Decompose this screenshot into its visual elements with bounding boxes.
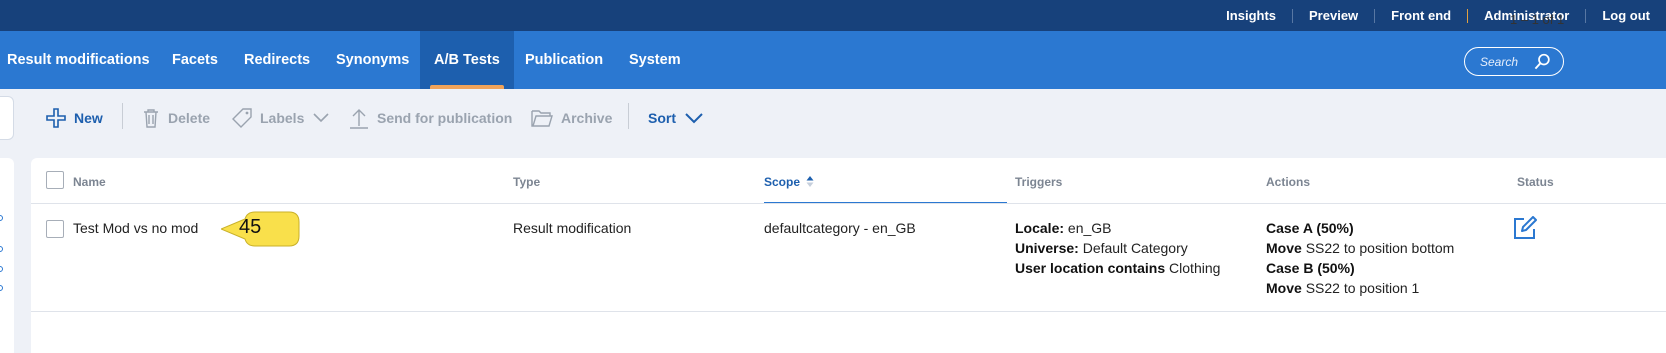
row-triggers: Locale: en_GB Universe: Default Category… [1015, 218, 1220, 278]
action-case-a: Case A (50%) [1266, 220, 1354, 236]
column-header-scope[interactable]: Scope [764, 175, 814, 189]
count-badge-text: 45 [239, 216, 262, 238]
left-panel-stub-top [0, 96, 14, 140]
main-nav: Result modifications Facets Redirects Sy… [0, 31, 1666, 89]
archive-label: Archive [561, 110, 613, 126]
row-scope: defaultcategory - en_GB [764, 220, 916, 236]
trigger-universe: Universe: Default Category [1015, 240, 1188, 256]
nav-result-modifications[interactable]: Result modifications [7, 31, 150, 89]
send-for-publication-button[interactable]: Send for publication [349, 96, 512, 140]
nav-facets[interactable]: Facets [172, 31, 218, 89]
action-move: Move SS22 to position bottom [1266, 240, 1455, 256]
chevron-down-icon [313, 113, 329, 123]
chevron-down-icon [685, 112, 703, 123]
row-checkbox[interactable] [46, 220, 64, 238]
row-actions: Case A (50%) Move SS22 to position botto… [1266, 218, 1454, 298]
search-placeholder: Search [1480, 55, 1519, 69]
column-header-status[interactable]: Status [1517, 175, 1554, 189]
tag-icon [232, 108, 252, 128]
new-button[interactable]: New [46, 96, 103, 140]
plus-icon [46, 108, 66, 128]
top-links: Insights Preview Front end Administrator… [1210, 0, 1666, 31]
labels-button[interactable]: Labels [232, 96, 329, 140]
action-case-b: Case B (50%) [1266, 260, 1355, 276]
search-box[interactable]: Search [1464, 47, 1564, 76]
nav-publication[interactable]: Publication [525, 31, 603, 89]
column-header-triggers[interactable]: Triggers [1015, 175, 1062, 189]
log-out-link[interactable]: Log out [1585, 8, 1666, 23]
left-panel-stub [0, 158, 14, 353]
new-label: New [74, 110, 103, 126]
search-icon[interactable] [1534, 53, 1551, 70]
trigger-user-location: User location contains Clothing [1015, 260, 1221, 276]
toolbar: New Delete Labels Send for publication A… [31, 96, 1666, 140]
sort-ascending-icon [806, 176, 814, 187]
row-divider [31, 311, 1666, 312]
column-header-actions[interactable]: Actions [1266, 175, 1310, 189]
header-divider [31, 203, 1666, 204]
preview-link[interactable]: Preview [1292, 8, 1374, 23]
top-bar: Insights Preview Front end Administrator… [0, 0, 1666, 31]
column-header-name[interactable]: Name [73, 175, 106, 189]
sort-button[interactable]: Sort [648, 96, 703, 140]
trigger-locale: Locale: en_GB [1015, 220, 1112, 236]
results-table: Name Type Scope Triggers Actions Status … [31, 158, 1666, 353]
nav-system[interactable]: System [629, 31, 681, 89]
front-end-link[interactable]: Front end [1374, 8, 1467, 23]
upload-icon [350, 109, 368, 129]
delete-label: Delete [168, 110, 211, 126]
nav-ab-tests[interactable]: A/B Tests [420, 31, 514, 89]
column-header-type[interactable]: Type [513, 175, 540, 189]
send-for-publication-label: Send for publication [377, 110, 513, 126]
toolbar-divider [122, 103, 123, 129]
delete-button[interactable]: Delete [142, 96, 210, 140]
sort-label: Sort [648, 110, 676, 126]
action-move: Move SS22 to position 1 [1266, 280, 1420, 296]
row-type: Result modification [513, 220, 632, 236]
toolbar-divider [628, 103, 629, 129]
result-count: 1 – 1 of 1 [1510, 12, 1565, 27]
archive-button[interactable]: Archive [531, 96, 612, 140]
insights-link[interactable]: Insights [1210, 8, 1292, 23]
column-header-scope-label: Scope [764, 175, 801, 189]
labels-label: Labels [260, 110, 305, 126]
trash-icon [144, 109, 158, 128]
nav-synonyms[interactable]: Synonyms [336, 31, 409, 89]
row-name[interactable]: Test Mod vs no mod [73, 218, 198, 238]
nav-redirects[interactable]: Redirects [244, 31, 310, 89]
select-all-checkbox[interactable] [46, 171, 64, 189]
edit-icon[interactable] [1513, 216, 1537, 240]
folder-icon [531, 110, 553, 127]
